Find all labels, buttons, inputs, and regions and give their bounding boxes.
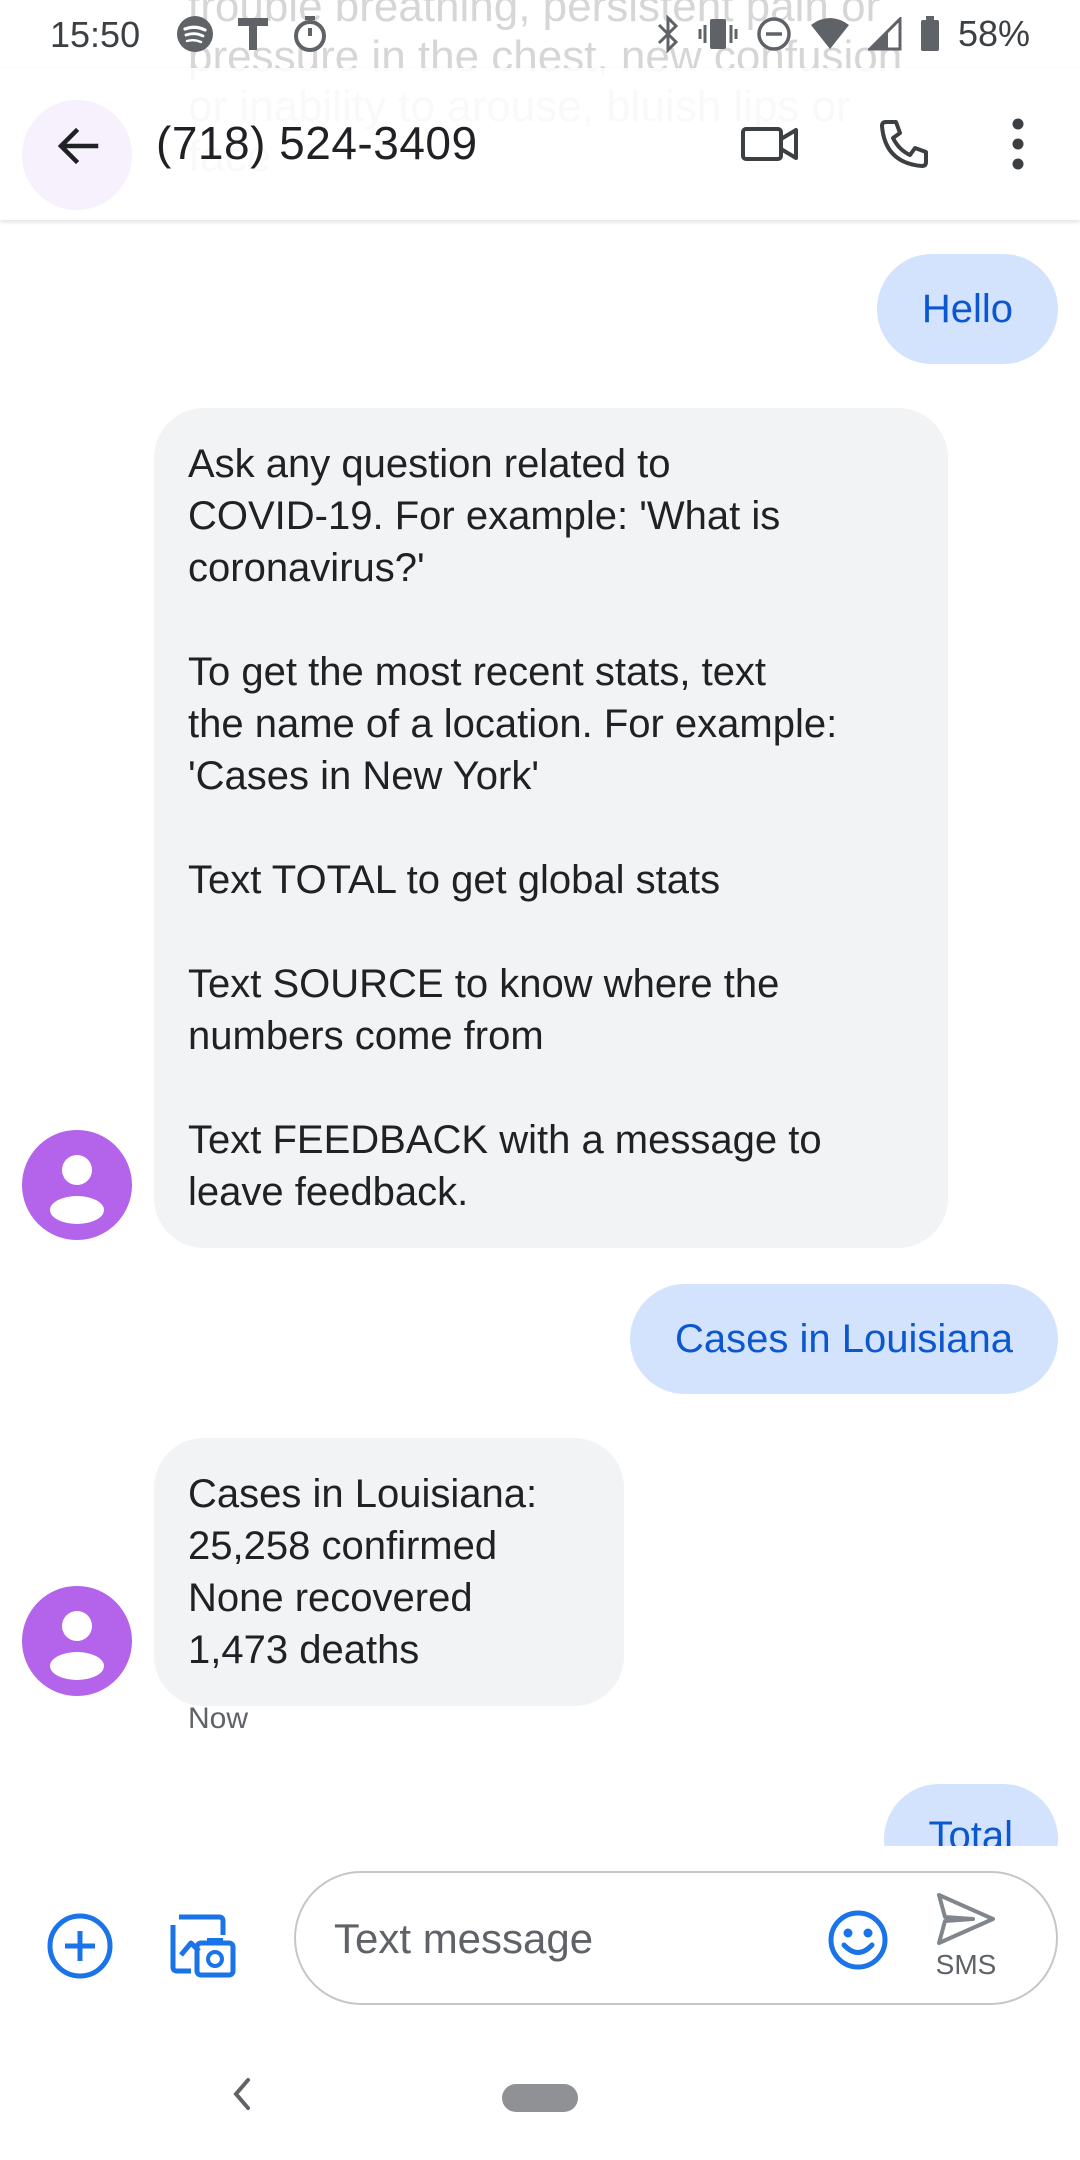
outgoing-message[interactable]: Cases in Louisiana [630, 1284, 1058, 1394]
emoji-button[interactable] [826, 1908, 890, 1972]
message-compose-field[interactable]: SMS [294, 1871, 1058, 2005]
t-notification-icon [238, 18, 268, 50]
spotify-icon [177, 16, 213, 52]
compose-bar: SMS [0, 1846, 1080, 2026]
message-text: Cases in Louisiana: 25,258 confirmed Non… [188, 1472, 538, 1672]
app-bar: (718) 524-3409 [0, 68, 1080, 220]
nav-back-icon[interactable] [222, 2072, 262, 2116]
gallery-camera-button[interactable] [164, 1908, 240, 1984]
message-text: Ask any question related to COVID-19. Fo… [188, 442, 838, 1214]
message-text: Total [928, 1814, 1014, 1846]
status-time: 15:50 [50, 14, 141, 55]
video-call-icon [741, 127, 798, 161]
contact-phone-number[interactable]: (718) 524-3409 [156, 116, 478, 170]
person-icon [50, 1611, 104, 1680]
system-icons: 58% [656, 12, 1030, 56]
emoji-icon [828, 1910, 888, 1970]
send-icon [937, 1893, 995, 1945]
add-circle-icon [47, 1913, 113, 1979]
timer-icon [294, 16, 326, 52]
add-attachment-button[interactable] [42, 1908, 118, 1984]
wifi-icon [810, 18, 849, 49]
notification-icons [176, 14, 328, 54]
phone-call-icon [880, 120, 928, 168]
send-sms-button[interactable]: SMS [916, 1891, 1016, 1991]
send-button-label: SMS [935, 1949, 997, 1980]
system-navigation-bar [0, 2026, 1080, 2160]
home-gesture-pill[interactable] [502, 2084, 578, 2112]
contact-avatar[interactable] [22, 1586, 132, 1696]
video-call-button[interactable] [730, 104, 810, 184]
message-input[interactable] [334, 1909, 814, 1969]
message-text: Cases in Louisiana [675, 1317, 1013, 1361]
battery-percentage: 58% [957, 13, 1030, 54]
outgoing-message[interactable]: Total [883, 1784, 1058, 1846]
person-icon [50, 1155, 104, 1224]
message-timestamp: Now [188, 1702, 249, 1735]
battery-icon [920, 16, 939, 51]
message-text: Hello [921, 287, 1013, 331]
more-options-icon [1012, 118, 1024, 170]
conversation-list[interactable]: Hello Ask any question related to COVID-… [0, 220, 1080, 1846]
outgoing-message[interactable]: Hello [876, 254, 1058, 364]
back-button[interactable] [42, 110, 114, 182]
bluetooth-icon [657, 15, 679, 53]
gallery-camera-icon [170, 1914, 236, 1978]
arrow-back-icon [57, 127, 99, 165]
vibrate-icon [698, 19, 738, 49]
dnd-icon [757, 17, 791, 51]
incoming-message[interactable]: Cases in Louisiana: 25,258 confirmed Non… [154, 1438, 624, 1706]
incoming-message[interactable]: Ask any question related to COVID-19. Fo… [154, 408, 948, 1248]
more-options-button[interactable] [978, 104, 1058, 184]
status-bar: 15:50 58% [0, 0, 1080, 68]
cell-signal-icon [867, 17, 902, 51]
contact-avatar[interactable] [22, 1130, 132, 1240]
phone-call-button[interactable] [864, 104, 944, 184]
